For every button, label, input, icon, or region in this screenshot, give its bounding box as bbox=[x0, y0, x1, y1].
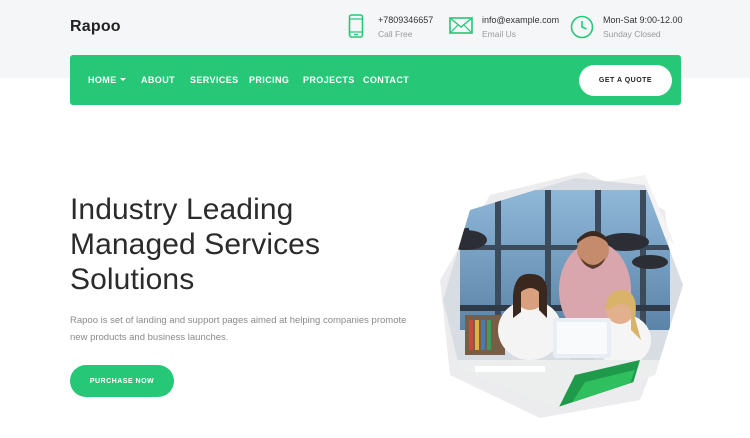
contact-phone-number[interactable]: +7809346657 bbox=[378, 15, 433, 25]
hero-title-line: Solutions bbox=[70, 263, 195, 296]
nav-item-home[interactable]: HOME bbox=[88, 75, 126, 85]
hero-description: Rapoo is set of landing and support page… bbox=[70, 315, 407, 343]
contact-phone-caption: Call Free bbox=[378, 29, 413, 39]
phone-icon bbox=[348, 14, 364, 43]
office-team-illustration bbox=[440, 172, 683, 418]
purchase-now-button[interactable]: PURCHASE NOW bbox=[70, 365, 174, 397]
nav-item-projects[interactable]: PROJECTS bbox=[303, 75, 355, 85]
nav-item-home-label: HOME bbox=[88, 75, 117, 85]
hero-title-line: Managed Services bbox=[70, 228, 321, 261]
hero-image bbox=[435, 170, 685, 420]
brand-logo[interactable]: Rapoo bbox=[70, 18, 121, 36]
mail-icon bbox=[449, 17, 473, 39]
contact-email-caption: Email Us bbox=[482, 29, 517, 39]
nav-item-contact[interactable]: CONTACT bbox=[363, 75, 409, 85]
nav-item-pricing[interactable]: PRICING bbox=[249, 75, 289, 85]
get-quote-button[interactable]: GET A QUOTE bbox=[579, 65, 672, 96]
hero-title-line: Industry Leading bbox=[70, 193, 294, 226]
chevron-down-icon bbox=[119, 78, 126, 82]
clock-icon bbox=[570, 15, 594, 44]
main-navbar: HOME ABOUT SERVICES PRICING PROJECTS CON… bbox=[70, 55, 681, 105]
nav-item-services[interactable]: SERVICES bbox=[190, 75, 239, 85]
contact-email-address[interactable]: info@example.com bbox=[482, 15, 559, 25]
hero-title: Industry Leading Managed Services Soluti… bbox=[70, 192, 390, 297]
nav-item-about[interactable]: ABOUT bbox=[141, 75, 175, 85]
contact-hours-sunday: Sunday Closed bbox=[603, 29, 661, 39]
contact-hours-weekdays: Mon-Sat 9:00-12.00 bbox=[603, 15, 683, 25]
